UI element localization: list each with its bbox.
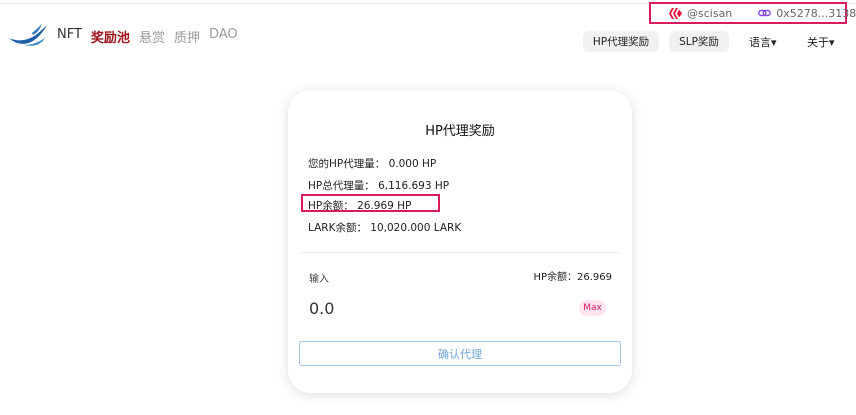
caret-down-icon: ▾ bbox=[829, 36, 835, 49]
main-nav: NFT 奖励池 悬赏 质押 DAO bbox=[57, 27, 247, 46]
tab-slp-reward[interactable]: SLP奖励 bbox=[669, 31, 729, 52]
amount-input[interactable] bbox=[309, 299, 509, 318]
account-box: @scisan 0x5278...3138 bbox=[649, 2, 856, 24]
language-dropdown[interactable]: 语言▾ bbox=[749, 34, 777, 50]
hive-account[interactable]: @scisan bbox=[669, 7, 732, 20]
max-button[interactable]: Max bbox=[579, 300, 606, 316]
about-dropdown[interactable]: 关于▾ bbox=[807, 34, 835, 50]
nav-item-nft[interactable]: NFT bbox=[57, 27, 82, 46]
hp-delegation-card: HP代理奖励 您的HP代理量： 0.000 HP HP总代理量： 6,116.6… bbox=[288, 90, 632, 393]
wallet-address[interactable]: 0x5278...3138 bbox=[758, 7, 856, 20]
confirm-delegate-button[interactable]: 确认代理 bbox=[299, 341, 621, 366]
hive-username: @scisan bbox=[687, 6, 733, 20]
hive-icon bbox=[669, 7, 682, 19]
chain-link-icon bbox=[758, 9, 772, 17]
wallet-address-text: 0x5278...3138 bbox=[776, 6, 856, 20]
hp-balance: HP余额： 26.969 HP bbox=[308, 200, 412, 212]
input-label: 输入 bbox=[309, 274, 329, 285]
tab-hp-reward[interactable]: HP代理奖励 bbox=[583, 31, 659, 52]
language-label: 语言 bbox=[749, 36, 771, 49]
caret-down-icon: ▾ bbox=[771, 36, 777, 49]
nav-item-bounty[interactable]: 悬赏 bbox=[139, 27, 165, 46]
about-label: 关于 bbox=[807, 36, 829, 49]
card-divider bbox=[300, 252, 620, 253]
nav-item-reward-pool[interactable]: 奖励池 bbox=[91, 27, 130, 46]
total-delegated-hp: HP总代理量： 6,116.693 HP bbox=[308, 180, 450, 192]
my-delegated-hp: 您的HP代理量： 0.000 HP bbox=[308, 158, 437, 170]
available-hp-balance: HP余额：26.969 bbox=[533, 272, 612, 283]
lark-balance: LARK余额： 10,020.000 LARK bbox=[308, 222, 462, 234]
nav-item-staking[interactable]: 质押 bbox=[174, 27, 200, 46]
card-title: HP代理奖励 bbox=[425, 124, 495, 139]
bird-logo-icon[interactable] bbox=[8, 24, 48, 50]
nav-item-dao[interactable]: DAO bbox=[209, 27, 238, 46]
